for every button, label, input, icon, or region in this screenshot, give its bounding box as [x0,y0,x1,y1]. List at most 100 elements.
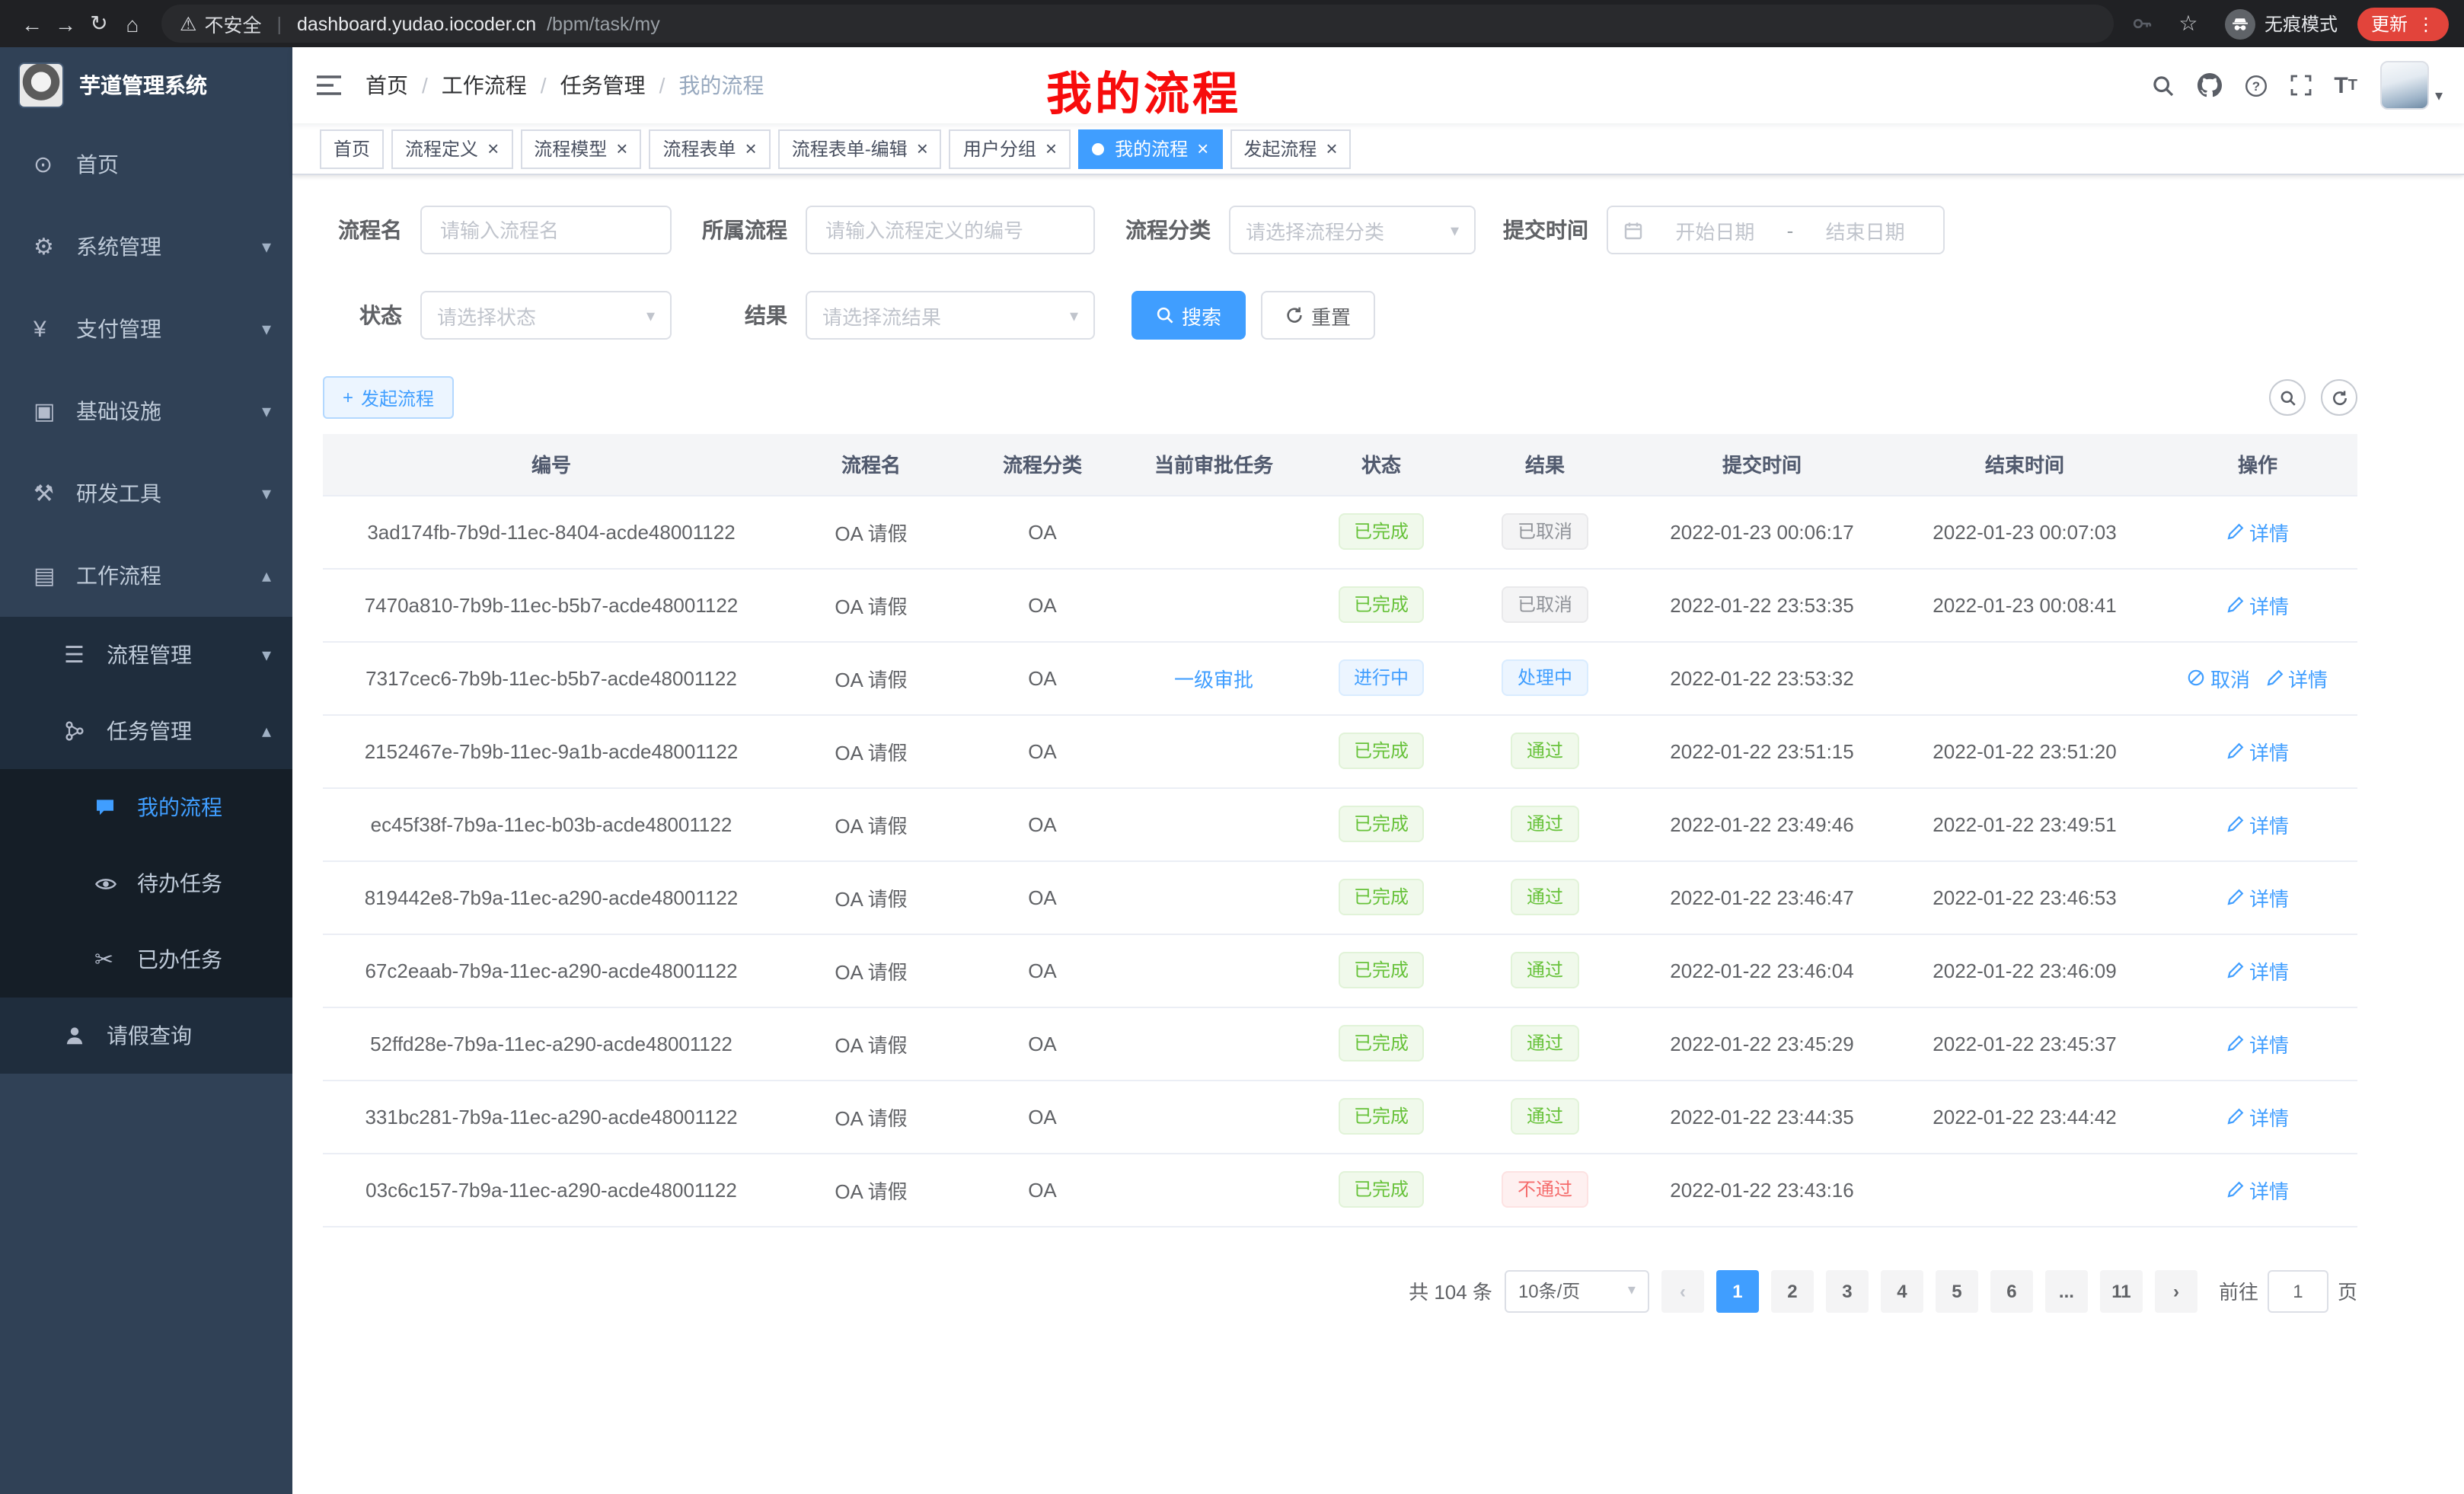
cell-end-time [1891,641,2158,714]
github-icon[interactable] [2197,73,2221,97]
sidebar-item-11[interactable]: 请假查询 [0,998,292,1074]
status-badge: 已完成 [1339,733,1424,769]
update-button[interactable]: 更新 ⋮ [2357,7,2449,40]
cell-current-task [1122,934,1305,1007]
next-page-button[interactable]: › [2155,1269,2197,1312]
navbar-actions: ? TT ▾ [2151,61,2464,110]
close-icon[interactable]: × [1326,139,1337,158]
sidebar-item-7[interactable]: 任务管理▴ [0,693,292,769]
search-button[interactable]: 搜索 [1131,291,1246,340]
sidebar-item-0[interactable]: ⊙首页 [0,123,292,206]
close-icon[interactable]: × [487,139,499,158]
close-icon[interactable]: × [917,139,928,158]
tab-1[interactable]: 流程定义 × [391,129,512,168]
status-badge: 已完成 [1339,513,1424,550]
key-icon[interactable] [2132,14,2152,34]
category-select[interactable]: 请选择流程分类 ▾ [1229,206,1476,254]
cell-status: 已完成 [1305,714,1457,787]
page-button-6[interactable]: 6 [1990,1269,2033,1312]
sidebar-item-5[interactable]: ▤工作流程▴ [0,535,292,617]
prev-page-button[interactable]: ‹ [1661,1269,1704,1312]
goto-page-input[interactable] [2268,1269,2328,1312]
hamburger-icon[interactable] [292,73,365,97]
table-search-toggle-button[interactable] [2269,379,2306,416]
security-warning[interactable]: ⚠ 不安全 [180,9,261,38]
detail-button[interactable]: 详情 [2226,1029,2289,1058]
detail-button[interactable]: 详情 [2226,1102,2289,1131]
browser-actions: ☆ 无痕模式 更新 ⋮ [2126,7,2449,40]
detail-button[interactable]: 详情 [2226,809,2289,838]
bookmark-star-icon[interactable]: ☆ [2172,11,2205,37]
close-icon[interactable]: × [1197,139,1208,158]
detail-button[interactable]: 详情 [2226,1175,2289,1204]
status-select[interactable]: 请选择状态 ▾ [420,291,672,340]
tab-label: 流程定义 [405,136,478,161]
detail-button[interactable]: 详情 [2226,517,2289,546]
tab-7[interactable]: 发起流程× [1230,129,1351,168]
gear-icon: ⚙ [34,233,67,260]
breadcrumb-item-1[interactable]: 工作流程 [442,70,527,101]
create-process-button[interactable]: + 发起流程 [323,376,454,419]
detail-button[interactable]: 详情 [2265,663,2328,692]
breadcrumb-item-0[interactable]: 首页 [365,70,408,101]
close-icon[interactable]: × [616,139,627,158]
fullscreen-icon[interactable] [2290,75,2311,96]
detail-button[interactable]: 详情 [2226,883,2289,911]
close-icon[interactable]: × [745,139,757,158]
detail-button[interactable]: 详情 [2226,590,2289,619]
home-icon[interactable]: ⌂ [116,11,149,36]
cell-process-name: OA 请假 [780,1080,962,1153]
status-badge: 已完成 [1339,1098,1424,1135]
submit-time-range-picker[interactable]: 开始日期 - 结束日期 [1607,206,1945,254]
sidebar-item-3[interactable]: ▣基础设施▾ [0,370,292,452]
sidebar-item-2[interactable]: ¥支付管理▾ [0,288,292,370]
reload-icon[interactable]: ↻ [82,11,116,37]
cell-process-name: OA 请假 [780,641,962,714]
sidebar-item-10[interactable]: ✂已办任务 [0,921,292,998]
tab-5[interactable]: 用户分组× [950,129,1071,168]
tab-4[interactable]: 流程表单-编辑× [778,129,942,168]
back-icon[interactable]: ← [15,11,49,36]
avatar[interactable] [2380,61,2429,110]
sidebar-item-8[interactable]: 我的流程 [0,769,292,845]
process-name-input[interactable] [420,206,672,254]
close-icon[interactable]: × [1045,139,1057,158]
page-button-3[interactable]: 3 [1826,1269,1869,1312]
sidebar-item-4[interactable]: ⚒研发工具▾ [0,452,292,535]
cell-id: 7317cec6-7b9b-11ec-b5b7-acde48001122 [323,641,780,714]
sidebar-item-6[interactable]: ☰流程管理▾ [0,617,292,693]
sidebar-item-9[interactable]: 待办任务 [0,845,292,921]
search-icon[interactable] [2151,74,2174,97]
cancel-button[interactable]: 取消 [2188,663,2250,692]
tab-2[interactable]: 流程模型× [520,129,641,168]
dashboard-icon: ⊙ [34,151,67,178]
page-button-2[interactable]: 2 [1771,1269,1814,1312]
app-logo[interactable]: 芋道管理系统 [0,47,292,123]
process-definition-input[interactable] [806,206,1095,254]
help-icon[interactable]: ? [2244,74,2267,97]
page-size-select[interactable]: 10条/页 ▾ [1505,1269,1649,1312]
page-button-11[interactable]: 11 [2100,1269,2143,1312]
result-select[interactable]: 请选择流结果 ▾ [806,291,1095,340]
page-button-5[interactable]: 5 [1936,1269,1978,1312]
address-bar[interactable]: ⚠ 不安全 | dashboard.yudao.iocoder.cn /bpm/… [161,5,2114,43]
tab-6[interactable]: 我的流程× [1078,129,1222,168]
table-refresh-button[interactable] [2321,379,2357,416]
tab-0[interactable]: 首页 [320,129,384,168]
reset-button[interactable]: 重置 [1261,291,1375,340]
forward-icon[interactable]: → [49,11,82,36]
current-task-link[interactable]: 一级审批 [1174,663,1253,692]
page-ellipsis-button[interactable]: ... [2045,1269,2088,1312]
detail-button[interactable]: 详情 [2226,736,2289,765]
page-button-1[interactable]: 1 [1716,1269,1759,1312]
task-branch-icon [64,720,97,742]
sidebar-item-1[interactable]: ⚙系统管理▾ [0,206,292,288]
more-menu-icon[interactable]: ⋮ [2417,13,2435,34]
breadcrumb-item-2[interactable]: 任务管理 [560,70,646,101]
font-size-icon[interactable]: TT [2334,72,2357,98]
detail-button[interactable]: 详情 [2226,956,2289,985]
page-button-4[interactable]: 4 [1881,1269,1923,1312]
cell-end-time: 2022-01-22 23:45:37 [1891,1007,2158,1080]
user-menu[interactable]: ▾ [2380,61,2443,110]
tab-3[interactable]: 流程表单× [649,129,770,168]
